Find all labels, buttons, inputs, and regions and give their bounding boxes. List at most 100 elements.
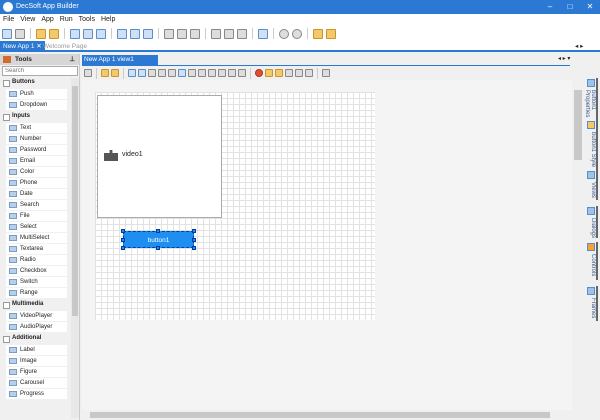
find-icon[interactable] xyxy=(36,28,46,39)
same-size-icon[interactable] xyxy=(148,69,156,77)
tool-videoplayer[interactable]: VideoPlayer xyxy=(6,311,67,321)
align-left-icon[interactable] xyxy=(178,69,186,77)
tab-welcome-page[interactable]: Welcome Page xyxy=(40,41,90,52)
undo-icon[interactable] xyxy=(305,69,313,77)
tab-nav-arrows[interactable]: ◂ ▸ xyxy=(572,41,586,52)
tool-email[interactable]: Email xyxy=(6,156,67,166)
resize-handle[interactable] xyxy=(156,229,160,233)
copy-icon[interactable] xyxy=(265,69,273,77)
button1-control[interactable]: button1 xyxy=(121,229,196,250)
folder-icon[interactable] xyxy=(49,28,59,39)
save-as-icon[interactable] xyxy=(83,28,93,39)
preview-icon[interactable] xyxy=(211,28,221,39)
tool-phone[interactable]: Phone xyxy=(6,178,67,188)
tab-controls[interactable]: Controls xyxy=(585,242,598,280)
tool-switch[interactable]: Switch xyxy=(6,277,67,287)
build-icon[interactable] xyxy=(224,28,234,39)
remove-dialog-icon[interactable] xyxy=(177,28,187,39)
align-middle-icon[interactable] xyxy=(218,69,226,77)
menu-help[interactable]: Help xyxy=(101,14,115,26)
save-icon[interactable] xyxy=(70,28,80,39)
send-back-icon[interactable] xyxy=(138,69,146,77)
tools-search-input[interactable] xyxy=(2,66,78,76)
cut-icon[interactable] xyxy=(285,69,293,77)
add-frame-icon[interactable] xyxy=(143,28,153,39)
category-buttons[interactable]: Buttons xyxy=(0,77,79,88)
tab-dialogs[interactable]: Dialogs xyxy=(585,206,598,238)
tool-checkbox[interactable]: Checkbox xyxy=(6,266,67,276)
tool-progress[interactable]: Progress xyxy=(6,389,67,399)
menu-view[interactable]: View xyxy=(20,14,35,26)
tool-label[interactable]: Label xyxy=(6,345,67,355)
tab-designer[interactable]: New App 1 view1 Designer ✕ xyxy=(82,55,158,73)
lock-icon[interactable] xyxy=(101,69,109,77)
menu-tools[interactable]: Tools xyxy=(79,14,95,26)
open-icon[interactable] xyxy=(15,28,25,39)
align-top-icon[interactable] xyxy=(208,69,216,77)
run-icon[interactable] xyxy=(279,28,289,39)
save-all-icon[interactable] xyxy=(96,28,106,39)
tool-range[interactable]: Range xyxy=(6,288,67,298)
tool-text[interactable]: Text xyxy=(6,123,67,133)
menu-file[interactable]: File xyxy=(3,14,14,26)
minimize-button[interactable]: – xyxy=(540,0,560,14)
remove-frame-icon[interactable] xyxy=(190,28,200,39)
resize-handle[interactable] xyxy=(121,238,125,242)
resize-handle[interactable] xyxy=(156,246,160,250)
tab-frames[interactable]: Frames xyxy=(585,286,598,321)
same-width-icon[interactable] xyxy=(158,69,166,77)
resize-handle[interactable] xyxy=(192,238,196,242)
lock-icon[interactable] xyxy=(313,28,323,39)
duplicate-icon[interactable] xyxy=(295,69,303,77)
tab-views[interactable]: Views xyxy=(585,170,598,200)
same-height-icon[interactable] xyxy=(168,69,176,77)
resize-handle[interactable] xyxy=(121,229,125,233)
align-right-icon[interactable] xyxy=(198,69,206,77)
settings-icon[interactable] xyxy=(258,28,268,39)
unlock-icon[interactable] xyxy=(111,69,119,77)
tool-audioplayer[interactable]: AudioPlayer xyxy=(6,322,67,332)
menu-app[interactable]: App xyxy=(41,14,53,26)
tool-radio[interactable]: Radio xyxy=(6,255,67,265)
align-bottom-icon[interactable] xyxy=(228,69,236,77)
horizontal-scrollbar[interactable] xyxy=(82,410,572,420)
tool-password[interactable]: Password xyxy=(6,145,67,155)
menu-run[interactable]: Run xyxy=(60,14,73,26)
remove-view-icon[interactable] xyxy=(164,28,174,39)
tool-push[interactable]: Push xyxy=(6,89,67,99)
resize-handle[interactable] xyxy=(121,246,125,250)
add-view-icon[interactable] xyxy=(117,28,127,39)
align-center-icon[interactable] xyxy=(188,69,196,77)
tab-button1-style[interactable]: button1 Style xyxy=(585,120,598,170)
category-inputs[interactable]: Inputs xyxy=(0,111,79,122)
category-additional[interactable]: Additional xyxy=(0,333,79,344)
tools-scrollbar[interactable] xyxy=(71,78,79,418)
delete-icon[interactable] xyxy=(255,69,263,77)
distribute-icon[interactable] xyxy=(238,69,246,77)
category-multimedia[interactable]: Multimedia xyxy=(0,299,79,310)
bring-front-icon[interactable] xyxy=(128,69,136,77)
pin-icon[interactable]: ⊥ xyxy=(69,54,75,65)
tools-settings-icon[interactable] xyxy=(84,69,92,77)
disk-icon[interactable] xyxy=(237,28,247,39)
tab-new-app-1[interactable]: New App 1 ✕ xyxy=(0,41,45,52)
tool-dropdown[interactable]: Dropdown xyxy=(6,100,67,110)
tool-figure[interactable]: Figure xyxy=(6,367,67,377)
designer-tab-nav[interactable]: ◂ ▸ ▾ xyxy=(558,55,570,62)
maximize-button[interactable]: □ xyxy=(560,0,580,14)
tool-image[interactable]: Image xyxy=(6,356,67,366)
resize-handle[interactable] xyxy=(192,246,196,250)
grid-icon[interactable] xyxy=(322,69,330,77)
tool-search[interactable]: Search xyxy=(6,200,67,210)
tool-number[interactable]: Number xyxy=(6,134,67,144)
tool-textarea[interactable]: Textarea xyxy=(6,244,67,254)
package-icon[interactable] xyxy=(326,28,336,39)
tool-color[interactable]: Color xyxy=(6,167,67,177)
resize-handle[interactable] xyxy=(192,229,196,233)
tool-carousel[interactable]: Carousel xyxy=(6,378,67,388)
tool-select[interactable]: Select xyxy=(6,222,67,232)
stop-icon[interactable] xyxy=(292,28,302,39)
tool-multiselect[interactable]: MultiSelect xyxy=(6,233,67,243)
tool-date[interactable]: Date xyxy=(6,189,67,199)
close-button[interactable]: ✕ xyxy=(580,0,600,14)
